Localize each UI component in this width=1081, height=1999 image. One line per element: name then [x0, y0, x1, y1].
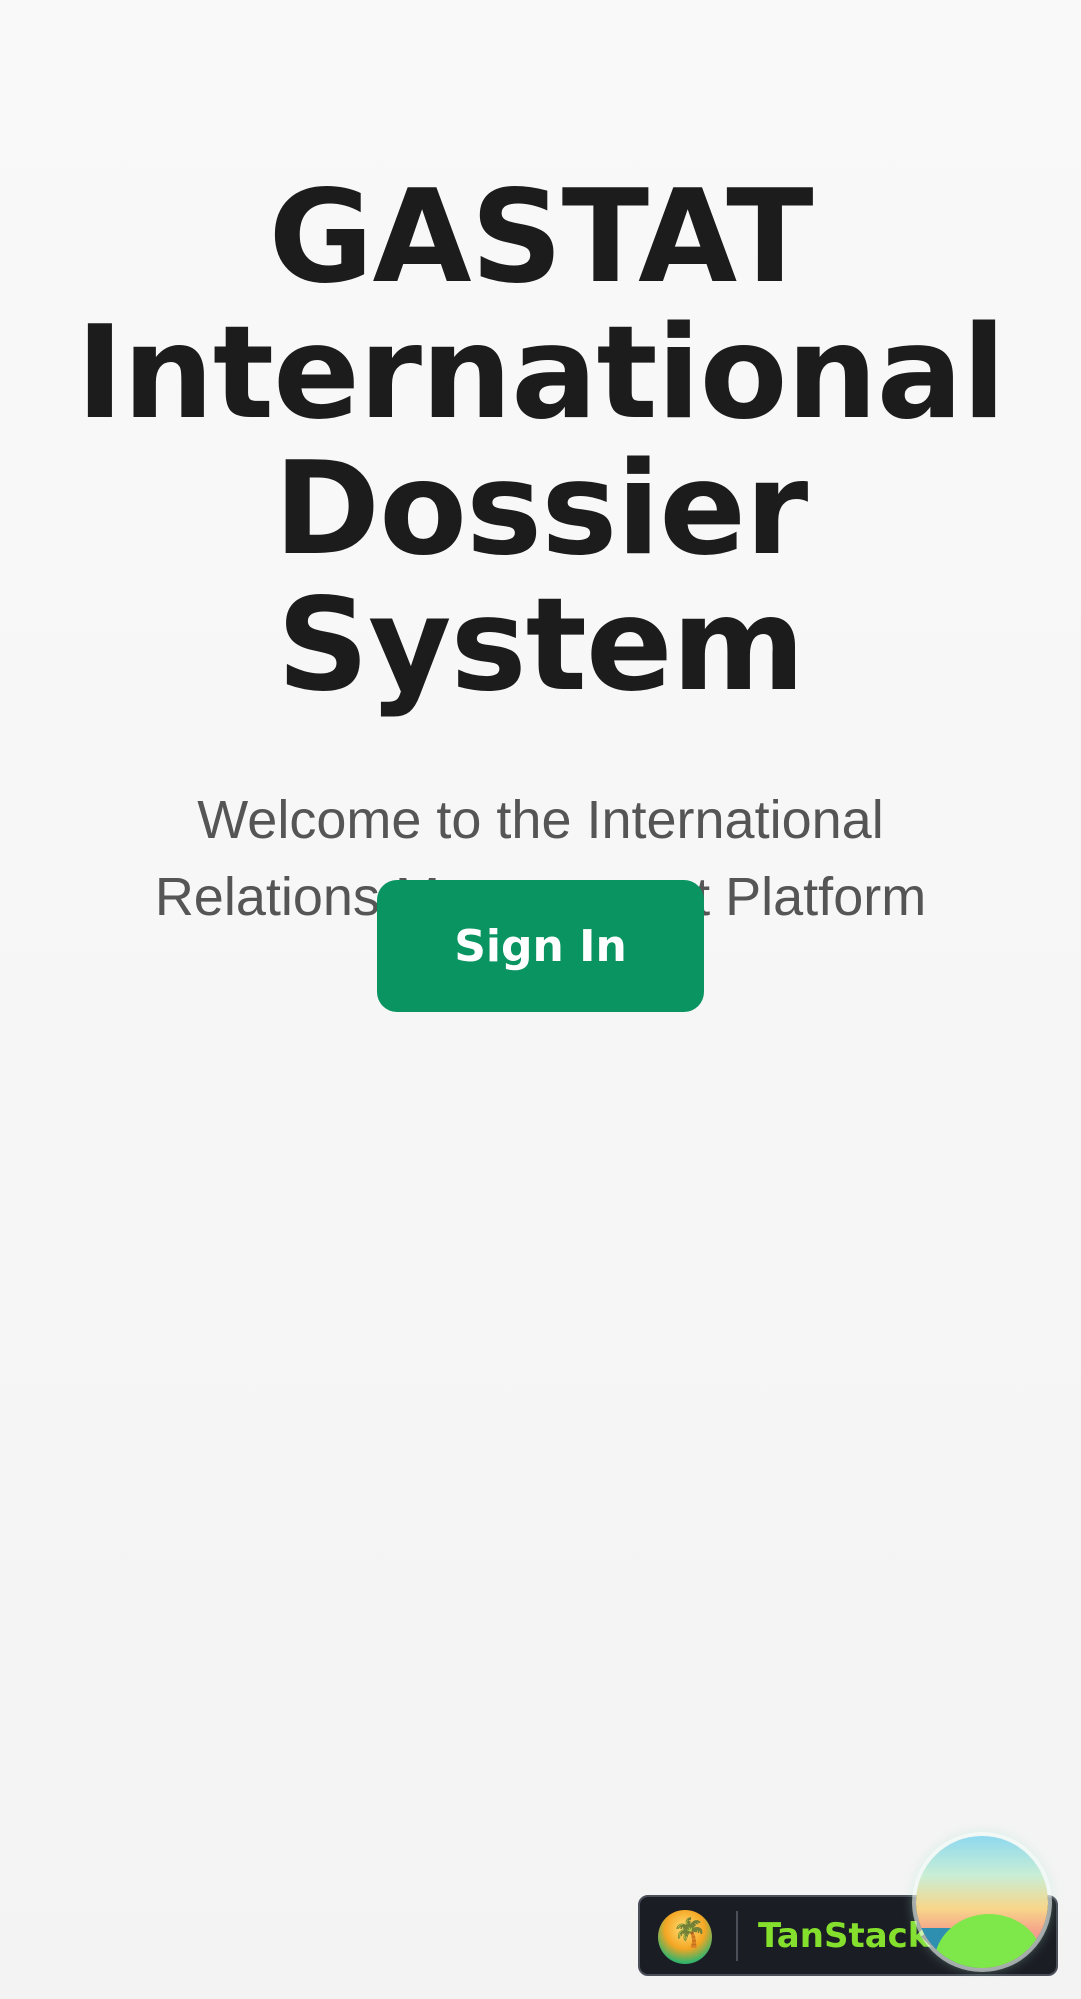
page-title-line-2: International	[76, 299, 1006, 448]
page-title-line-1: GASTAT	[268, 163, 813, 312]
page-title: GASTAT International Dossier System	[0, 170, 1081, 714]
devtools-divider	[736, 1911, 738, 1961]
page-title-line-3: Dossier System	[273, 435, 808, 720]
orb-hill	[934, 1914, 1044, 1968]
hero-section: GASTAT International Dossier System Welc…	[0, 170, 1081, 936]
sign-in-button[interactable]: Sign In	[377, 880, 704, 1012]
welcome-subtitle-line-1: Welcome to the International	[197, 790, 884, 850]
tanstack-orb-icon[interactable]	[916, 1836, 1048, 1968]
palm-island-icon: 🌴	[658, 1910, 712, 1964]
